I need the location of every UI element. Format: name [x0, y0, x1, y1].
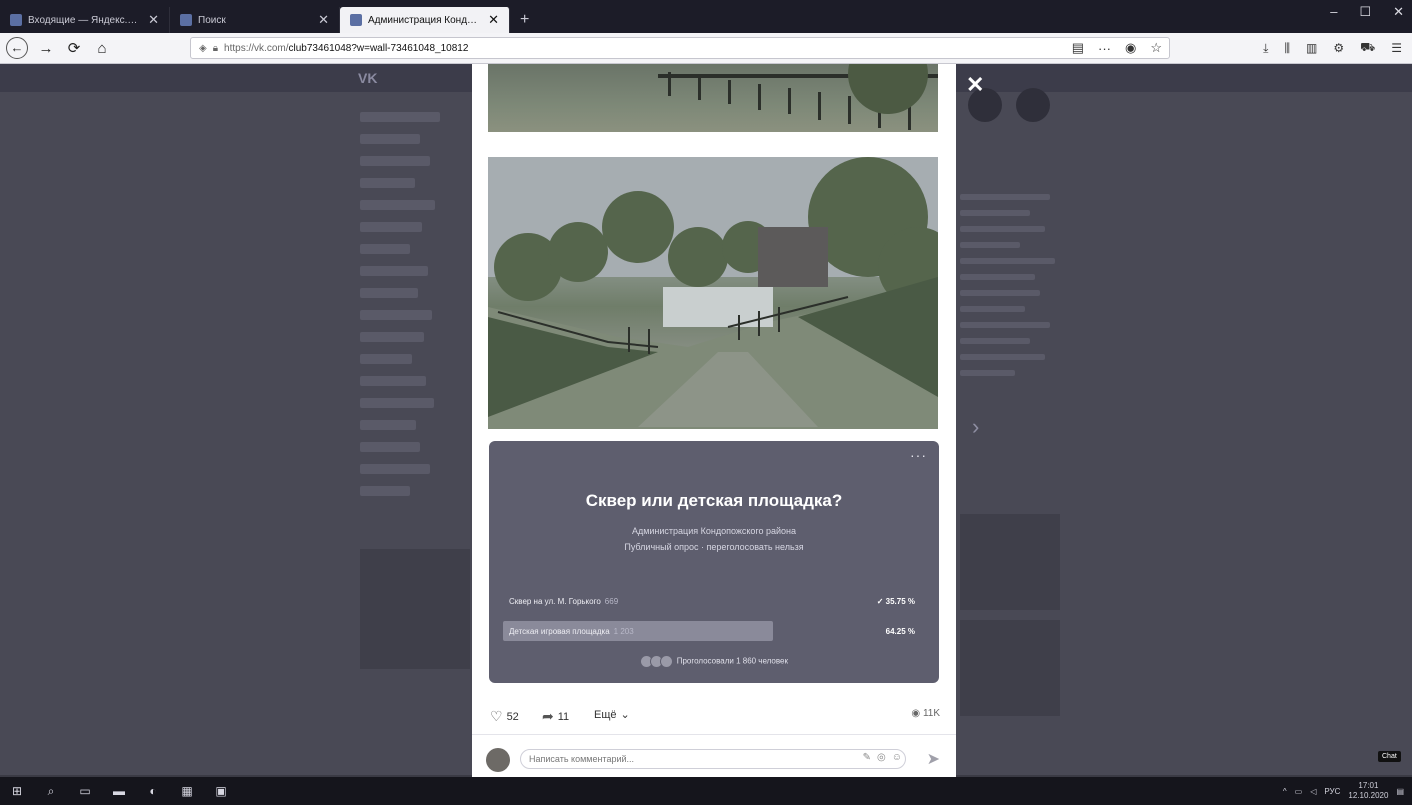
maximize-icon[interactable]: ☐: [1359, 4, 1371, 20]
tab-vk-administration[interactable]: Администрация Кондопожск ✕: [340, 7, 510, 33]
pocket-icon[interactable]: ◉: [1125, 40, 1136, 56]
download-icon[interactable]: ⤓: [1263, 41, 1268, 56]
poll-question: Сквер или детская площадка?: [585, 491, 843, 510]
mail-favicon-icon: [10, 14, 22, 26]
window-close-icon[interactable]: ✕: [1393, 4, 1404, 20]
tray-expand-icon[interactable]: ^: [1283, 787, 1287, 796]
post-modal: ··· Сквер или детская площадка? Админист…: [472, 64, 956, 779]
poll-option-playground[interactable]: Детская игровая площадка 1 203 64.25 %: [503, 621, 923, 641]
shield-icon: ◈: [199, 42, 207, 54]
dimmed-image: [360, 549, 470, 669]
notifications-icon[interactable]: ▤: [1396, 787, 1404, 796]
left-menu-dimmed: [360, 112, 460, 508]
extension-icon[interactable]: ⚙: [1333, 41, 1344, 55]
browser-taskbar-icon[interactable]: ◐: [136, 784, 170, 798]
keyboard-language[interactable]: РУС: [1324, 787, 1340, 796]
share-button[interactable]: ➦ 11: [542, 708, 569, 725]
page-actions-icon[interactable]: ···: [1098, 41, 1111, 56]
poll-menu-icon[interactable]: ···: [910, 447, 927, 463]
fence-illustration: [658, 64, 938, 130]
poll-option-square[interactable]: Сквер на ул. М. Горького 669 ✓ 35.75 %: [503, 591, 923, 611]
vk-logo: VK: [358, 70, 378, 86]
url-text: https://vk.com/club73461048?w=wall-73461…: [224, 42, 469, 54]
comment-input[interactable]: Написать комментарий...: [520, 749, 906, 769]
emoji-icon[interactable]: ☺: [892, 752, 902, 763]
poll-author[interactable]: Администрация Кондопожского района: [489, 526, 939, 536]
divider: [472, 734, 956, 735]
close-icon[interactable]: ✕: [488, 12, 499, 28]
post-photo-top[interactable]: [488, 64, 938, 132]
post-photo-playground[interactable]: [488, 157, 938, 429]
poll-voters[interactable]: Проголосовали 1 860 человек: [489, 655, 939, 668]
search-icon[interactable]: ⌕: [34, 784, 68, 799]
new-tab-button[interactable]: +: [510, 7, 539, 33]
home-icon[interactable]: ⌂: [88, 40, 116, 57]
calculator-icon[interactable]: ▦: [170, 784, 204, 798]
poll-card: ··· Сквер или детская площадка? Админист…: [489, 441, 939, 683]
views-counter: ◉ 11K: [911, 708, 940, 719]
right-column-dimmed: [960, 194, 1060, 386]
check-icon: ✓: [876, 597, 884, 606]
poll-type: Публичный опрос · переголосовать нельзя: [624, 542, 804, 552]
camera-icon[interactable]: ◎: [877, 752, 886, 763]
attach-icon[interactable]: ✎: [863, 752, 871, 763]
library-icon[interactable]: ⫼: [1284, 41, 1290, 56]
reader-view-icon[interactable]: ▤: [1072, 40, 1084, 56]
share-arrow-icon: ➦: [542, 708, 554, 724]
system-tray: ^ ▭ ◁ РУС 17:01 12.10.2020 ▤: [1283, 777, 1404, 805]
vk-favicon-icon: [350, 14, 362, 26]
lock-icon: 🔒︎: [212, 42, 219, 54]
browser-toolbar: ⤓ ⫼ ▥ ⚙ ⛟ ☰: [1263, 33, 1402, 63]
volume-icon[interactable]: ◁: [1310, 787, 1316, 796]
search-favicon-icon: [180, 14, 192, 26]
network-icon[interactable]: ▭: [1295, 787, 1303, 796]
tab-search[interactable]: Поиск ✕: [170, 7, 340, 33]
sidebar-icon[interactable]: ▥: [1306, 41, 1317, 55]
dimmed-image: [960, 620, 1060, 716]
app-taskbar-icon[interactable]: ▣: [204, 784, 238, 798]
clock[interactable]: 17:01 12.10.2020: [1348, 781, 1388, 801]
playground-illustration: [488, 157, 938, 429]
address-bar[interactable]: ◈ 🔒︎ https://vk.com/club73461048?w=wall-…: [190, 37, 1170, 59]
dimmed-avatar: [1016, 88, 1050, 122]
windows-taskbar: ⊞ ⌕ ▭ ▬ ◐ ▦ ▣ ^ ▭ ◁ РУС 17:01 12.10.2020…: [0, 777, 1412, 805]
minimize-icon[interactable]: –: [1330, 4, 1337, 20]
chat-badge[interactable]: Chat: [1378, 751, 1401, 762]
chevron-down-icon: ⌄: [620, 709, 630, 721]
avatar[interactable]: [486, 748, 510, 772]
tab-mail[interactable]: Входящие — Яндекс.Почта ✕: [0, 7, 170, 33]
close-icon[interactable]: ✕: [148, 12, 159, 28]
send-icon[interactable]: ➤: [927, 749, 940, 769]
eye-icon: ◉: [911, 708, 921, 719]
task-view-icon[interactable]: ▭: [68, 784, 102, 798]
close-modal-icon[interactable]: ✕: [966, 72, 984, 98]
dimmed-image: [960, 514, 1060, 610]
window-controls: – ☐ ✕: [1330, 4, 1404, 20]
cart-icon[interactable]: ⛟: [1360, 40, 1375, 56]
voter-avatar: [660, 655, 674, 668]
bookmark-star-icon[interactable]: ☆: [1150, 40, 1162, 56]
forward-arrow-icon[interactable]: →: [32, 40, 60, 57]
reload-icon[interactable]: ⟳: [60, 39, 88, 57]
like-button[interactable]: ♡ 52: [490, 708, 519, 725]
address-bar-actions: ▤ ··· ◉ ☆: [1072, 33, 1162, 63]
post-actions: ♡ 52 ➦ 11 Ещё ⌄ ◉ 11K: [490, 706, 940, 726]
back-arrow-icon[interactable]: ←: [6, 37, 28, 59]
heart-icon: ♡: [490, 708, 503, 724]
file-explorer-icon[interactable]: ▬: [102, 784, 136, 798]
menu-icon[interactable]: ☰: [1391, 41, 1402, 55]
browser-nav-bar: ← → ⟳ ⌂ ◈ 🔒︎ https://vk.com/club73461048…: [0, 33, 1412, 64]
more-button[interactable]: Ещё ⌄: [594, 708, 630, 722]
comment-composer: Написать комментарий... ✎ ◎ ☺ ➤: [486, 748, 942, 772]
close-icon[interactable]: ✕: [318, 12, 329, 28]
comment-attach-icons: ✎ ◎ ☺: [863, 752, 902, 763]
browser-tab-bar: Входящие — Яндекс.Почта ✕ Поиск ✕ Админи…: [0, 0, 1412, 33]
windows-start-icon[interactable]: ⊞: [0, 784, 34, 798]
next-photo-chevron-icon[interactable]: ›: [972, 414, 979, 440]
